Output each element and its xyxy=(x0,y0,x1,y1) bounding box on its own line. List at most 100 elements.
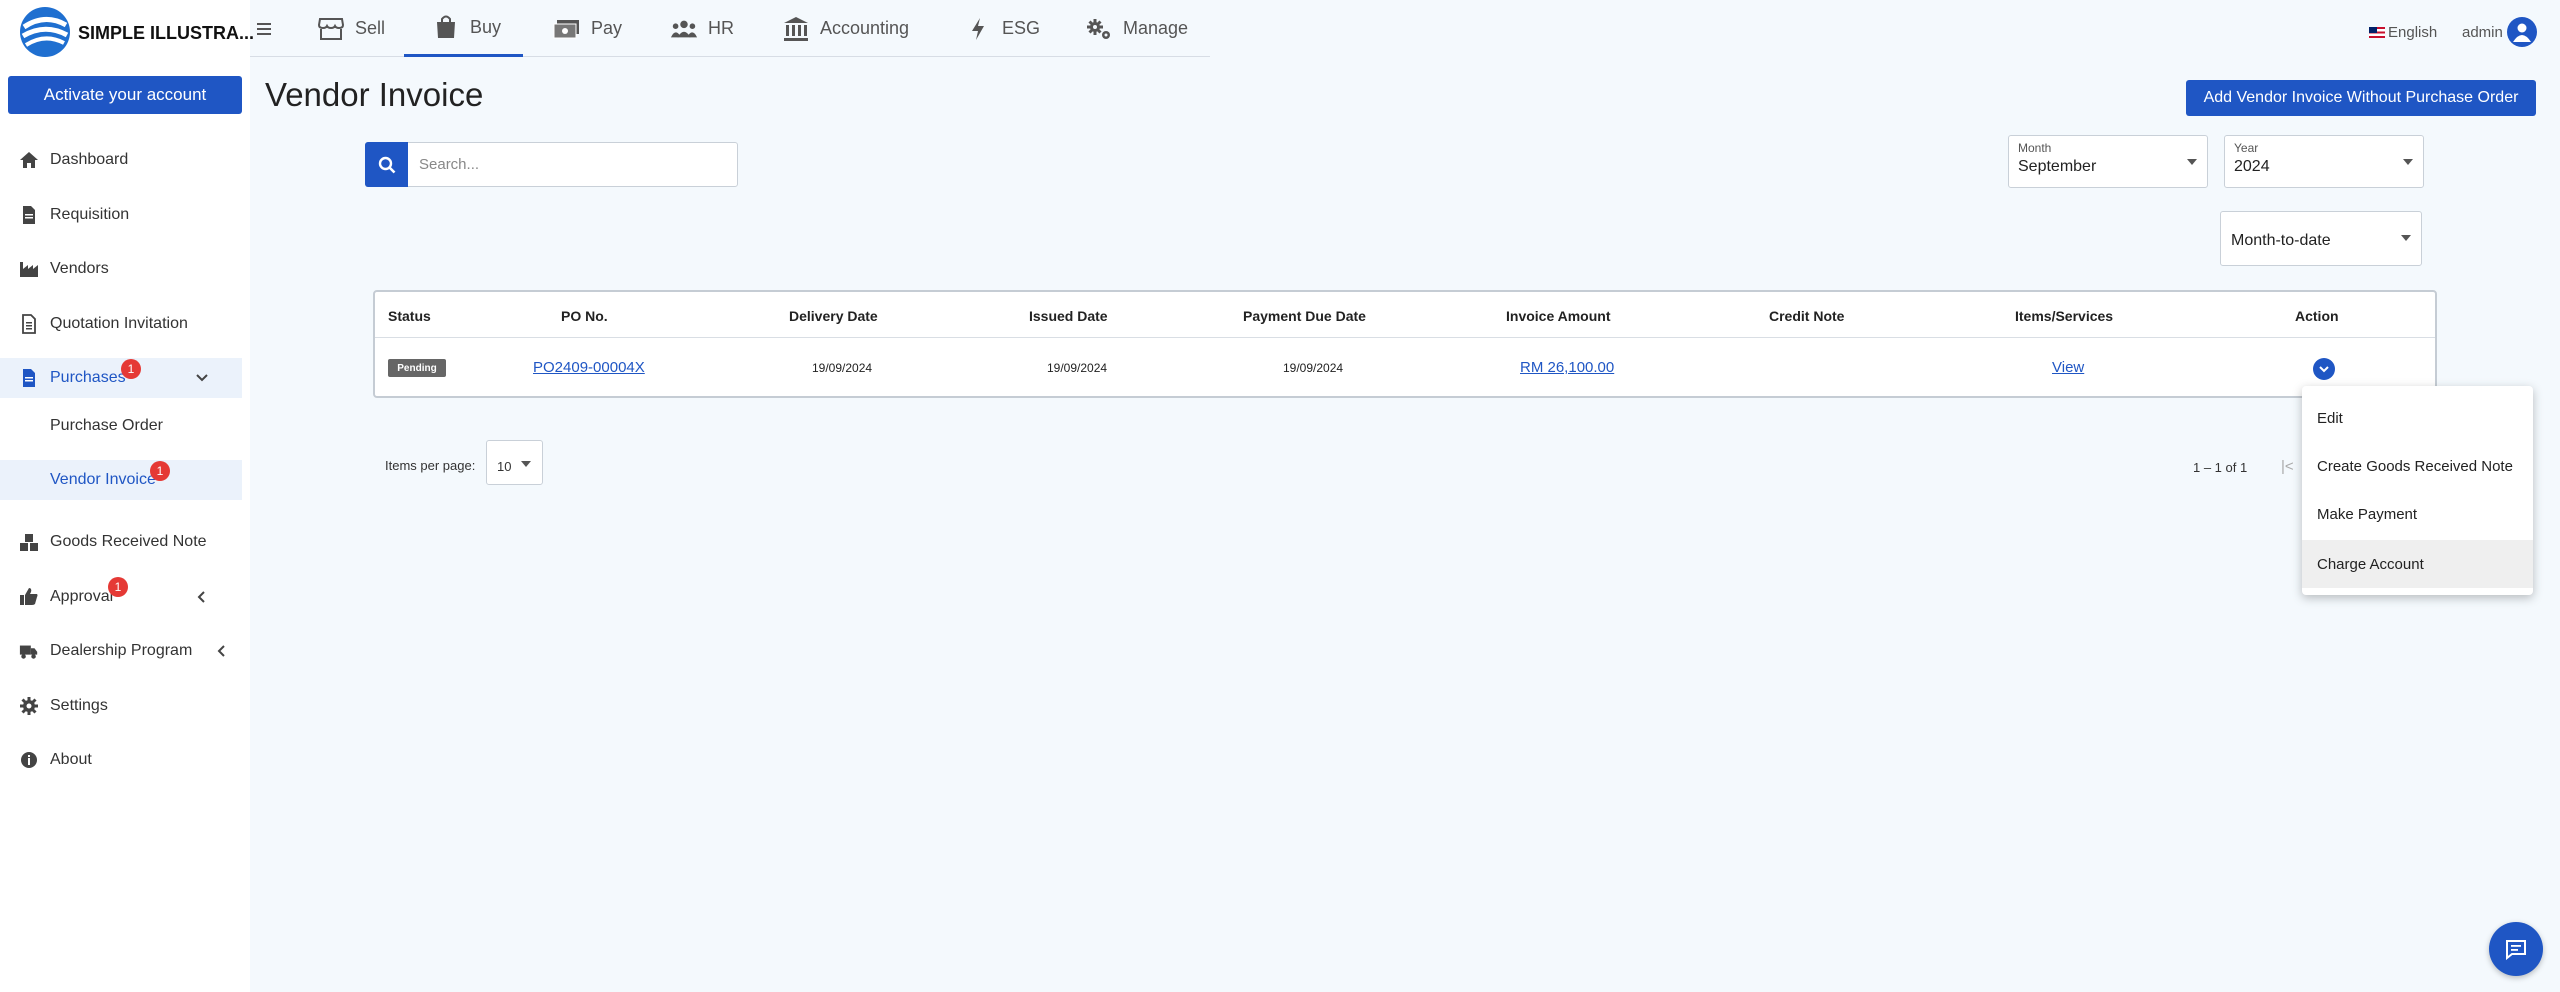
quotation-icon xyxy=(19,314,39,334)
menu-item-create-goods-received-note[interactable]: Create Goods Received Note xyxy=(2302,442,2533,490)
topnav-label: ESG xyxy=(1002,18,1041,38)
search-input[interactable] xyxy=(419,143,729,186)
chat-icon[interactable] xyxy=(2489,922,2543,976)
vendor-invoice-table: Status PO No. Delivery Date Issued Date … xyxy=(373,290,2437,398)
sidebar-item-requisition[interactable]: Requisition xyxy=(0,195,242,235)
po-number-link[interactable]: PO2409-00004X xyxy=(533,359,645,376)
topnav-sell[interactable]: Sell xyxy=(317,0,385,57)
month-caption: Month xyxy=(2018,141,2052,155)
topnav-accounting[interactable]: Accounting xyxy=(782,0,909,57)
topnav-pay[interactable]: Pay xyxy=(553,0,622,57)
home-icon xyxy=(19,150,39,170)
view-items-link[interactable]: View xyxy=(2052,359,2084,376)
action-chevron-down-icon[interactable] xyxy=(2313,358,2335,380)
column-header-status[interactable]: Status xyxy=(388,308,431,324)
shopping-bag-icon xyxy=(432,13,460,41)
sidebar-item-label: Goods Received Note xyxy=(50,533,207,550)
period-select[interactable]: Month-to-date xyxy=(2220,211,2422,266)
people-icon xyxy=(670,15,698,43)
user-avatar-icon[interactable] xyxy=(2507,17,2537,47)
issued-date-cell: 19/09/2024 xyxy=(1047,361,1108,375)
column-header-action: Action xyxy=(2295,308,2339,324)
topnav-label: HR xyxy=(708,18,734,38)
gears-icon xyxy=(1085,15,1113,43)
info-icon xyxy=(19,750,39,770)
menu-item-edit[interactable]: Edit xyxy=(2302,394,2533,442)
purchase-icon xyxy=(19,368,39,388)
sidebar-subitem-purchase-order[interactable]: Purchase Order xyxy=(0,406,242,446)
bank-icon xyxy=(782,15,810,43)
sidebar-item-label: Approval xyxy=(50,588,114,605)
caret-down-icon xyxy=(2401,235,2411,241)
topnav-esg[interactable]: ESG xyxy=(964,0,1040,57)
approval-badge: 1 xyxy=(108,577,128,597)
hamburger-menu-icon[interactable] xyxy=(255,20,273,38)
column-header-invoice-amount[interactable]: Invoice Amount xyxy=(1506,308,1611,324)
sidebar-item-label: Settings xyxy=(50,697,108,714)
sidebar-item-label: Quotation Invitation xyxy=(50,315,188,332)
search-box xyxy=(365,142,738,187)
sidebar-item-dashboard[interactable]: Dashboard xyxy=(0,140,242,180)
factory-icon xyxy=(19,259,39,279)
invoice-amount-link[interactable]: RM 26,100.00 xyxy=(1520,359,1614,376)
language-selector[interactable]: English xyxy=(2369,24,2437,41)
chevron-left-icon[interactable] xyxy=(214,643,230,659)
page-title: Vendor Invoice xyxy=(265,76,484,113)
sidebar-item-about[interactable]: About xyxy=(0,740,242,780)
vendor-invoice-badge: 1 xyxy=(150,461,170,481)
column-header-payment-due-date[interactable]: Payment Due Date xyxy=(1243,308,1366,324)
topnav-buy[interactable]: Buy xyxy=(404,0,524,57)
column-header-items-services[interactable]: Items/Services xyxy=(2015,308,2113,324)
sidebar-item-dealership-program[interactable]: Dealership Program xyxy=(0,631,242,671)
chevron-left-icon[interactable] xyxy=(194,589,210,605)
items-per-page-value: 10 xyxy=(497,459,512,474)
sidebar-item-goods-received-note[interactable]: Goods Received Note xyxy=(0,522,242,562)
chevron-down-icon[interactable] xyxy=(194,370,210,386)
sidebar-item-settings[interactable]: Settings xyxy=(0,686,242,726)
user-name[interactable]: admin xyxy=(2462,24,2503,41)
sidebar-item-quotation-invitation[interactable]: Quotation Invitation xyxy=(0,304,242,344)
brand[interactable]: SIMPLE ILLUSTRA... xyxy=(18,6,254,58)
search-icon[interactable] xyxy=(365,142,408,187)
caret-down-icon xyxy=(2403,159,2413,165)
paginator-range: 1 – 1 of 1 xyxy=(2193,460,2248,475)
year-select[interactable]: Year 2024 xyxy=(2224,135,2424,188)
sidebar-item-vendors[interactable]: Vendors xyxy=(0,249,242,289)
bolt-icon xyxy=(964,15,992,43)
column-header-issued-date[interactable]: Issued Date xyxy=(1029,308,1108,324)
sidebar-item-label: Dealership Program xyxy=(50,642,193,659)
items-per-page-select[interactable]: 10 xyxy=(486,440,543,485)
brand-name: SIMPLE ILLUSTRA... xyxy=(78,23,255,43)
column-header-delivery-date[interactable]: Delivery Date xyxy=(789,308,878,324)
add-vendor-invoice-button[interactable]: Add Vendor Invoice Without Purchase Orde… xyxy=(2186,80,2536,116)
caret-down-icon xyxy=(2187,159,2197,165)
document-icon xyxy=(19,205,39,225)
topnav-label: Accounting xyxy=(820,18,910,38)
column-header-credit-note[interactable]: Credit Note xyxy=(1769,308,1844,324)
sidebar-item-label: Dashboard xyxy=(50,151,129,168)
menu-item-make-payment[interactable]: Make Payment xyxy=(2302,490,2533,538)
topnav-hr[interactable]: HR xyxy=(670,0,734,57)
sidebar-subitem-vendor-invoice[interactable]: Vendor Invoice 1 xyxy=(0,460,242,500)
sidebar-item-approval[interactable]: Approval 1 xyxy=(0,577,242,617)
topnav-label: Manage xyxy=(1123,18,1189,38)
period-value: Month-to-date xyxy=(2231,232,2331,249)
action-menu: Edit Create Goods Received Note Make Pay… xyxy=(2302,386,2533,595)
sidebar-item-purchases[interactable]: Purchases 1 xyxy=(0,358,242,398)
caret-down-icon xyxy=(521,461,531,467)
table-header: Status PO No. Delivery Date Issued Date … xyxy=(375,292,2435,338)
status-badge: Pending xyxy=(388,359,446,377)
topnav-label: Buy xyxy=(470,16,502,37)
sidebar-subitem-label: Purchase Order xyxy=(50,417,163,434)
sidebar-item-label: Requisition xyxy=(50,206,130,223)
activate-account-button[interactable]: Activate your account xyxy=(8,76,242,114)
month-select[interactable]: Month September xyxy=(2008,135,2208,188)
menu-item-charge-account[interactable]: Charge Account xyxy=(2302,540,2533,588)
items-per-page-label: Items per page: xyxy=(385,458,476,473)
topnav-manage[interactable]: Manage xyxy=(1085,0,1188,57)
first-page-icon[interactable]: |< xyxy=(2281,458,2294,475)
year-value: 2024 xyxy=(2234,158,2270,175)
month-value: September xyxy=(2018,158,2097,175)
delivery-date-cell: 19/09/2024 xyxy=(812,361,873,375)
column-header-po-no[interactable]: PO No. xyxy=(561,308,608,324)
